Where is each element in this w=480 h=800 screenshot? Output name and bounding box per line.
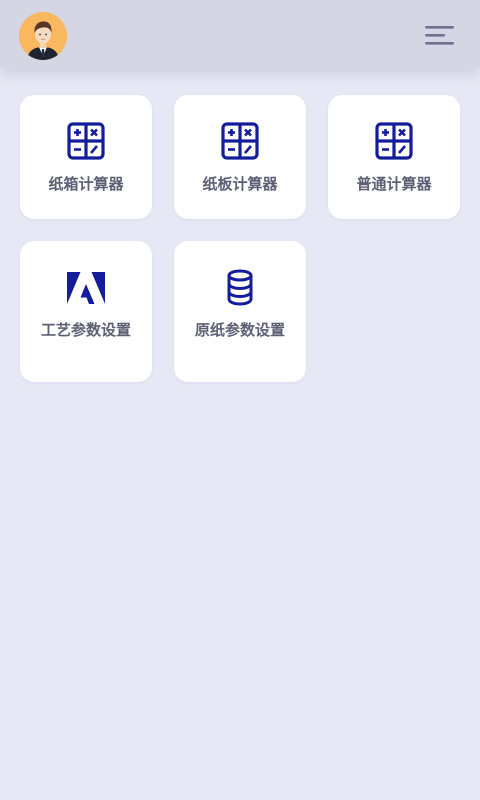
- tile-process-settings[interactable]: 工艺参数设置: [20, 241, 152, 382]
- calculator-icon: [374, 121, 414, 161]
- user-avatar[interactable]: [19, 12, 67, 60]
- avatar-person-icon: [19, 12, 67, 60]
- tile-label: 纸箱计算器: [48, 175, 124, 193]
- tile-carton-calculator[interactable]: 纸箱计算器: [20, 95, 152, 219]
- tile-base-paper-settings[interactable]: 原纸参数设置: [174, 241, 306, 382]
- database-icon: [220, 268, 260, 308]
- tile-label: 原纸参数设置: [194, 321, 285, 339]
- tile-label: 工艺参数设置: [40, 321, 131, 339]
- menu-align-right-icon: [425, 26, 454, 45]
- adobe-logo-icon: [66, 269, 106, 309]
- tile-general-calculator[interactable]: 普通计算器: [328, 95, 460, 219]
- tile-board-calculator[interactable]: 纸板计算器: [174, 95, 306, 219]
- menu-button[interactable]: [418, 20, 460, 52]
- calculator-icon: [220, 121, 260, 161]
- tile-label: 纸板计算器: [202, 175, 278, 193]
- app-header: [0, 0, 480, 68]
- calculator-icon: [66, 121, 106, 161]
- tile-label: 普通计算器: [356, 175, 432, 193]
